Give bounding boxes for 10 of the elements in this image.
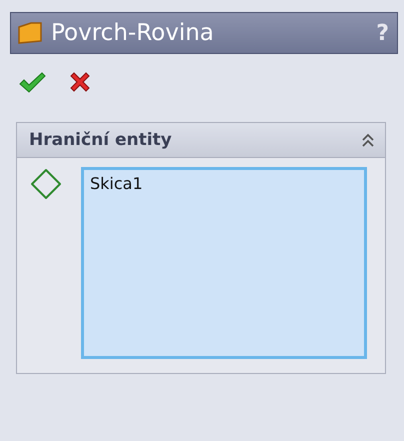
selection-list[interactable]: Skica1 xyxy=(81,167,367,359)
diamond-icon xyxy=(29,167,63,201)
chevron-icon[interactable] xyxy=(361,132,375,148)
checkmark-icon[interactable] xyxy=(18,70,46,94)
group-header[interactable]: Hraniční entity xyxy=(17,123,385,158)
window-title: Povrch-Rovina xyxy=(51,20,215,46)
folder-icon xyxy=(17,21,43,45)
list-item[interactable]: Skica1 xyxy=(90,174,358,193)
close-icon[interactable] xyxy=(68,70,92,94)
group-title: Hraniční entity xyxy=(29,130,173,150)
